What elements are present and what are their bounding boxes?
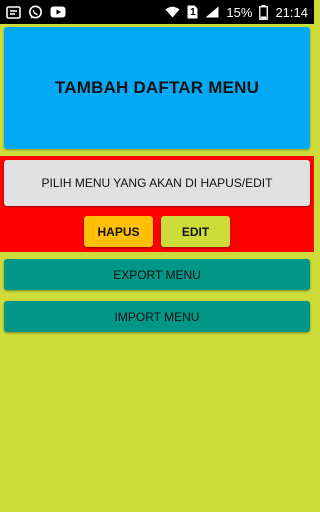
battery-percent: 15% [226,4,253,20]
clock: 21:14 [275,4,308,20]
notification-icon [6,5,21,19]
whatsapp-icon [28,5,43,20]
add-menu-button[interactable]: TAMBAH DAFTAR MENU [4,27,310,149]
wifi-icon [165,6,180,18]
signal-icon [205,6,219,18]
youtube-icon [50,6,66,18]
status-bar: 1 15% 21:14 [0,0,314,24]
delete-button[interactable]: HAPUS [84,216,153,247]
battery-icon [259,4,269,20]
export-menu-button[interactable]: EXPORT MENU [4,259,310,290]
sim-label: 1 [190,6,196,18]
select-menu-button[interactable]: PILIH MENU YANG AKAN DI HAPUS/EDIT [4,160,310,206]
sim-1-icon: 1 [187,5,198,19]
edit-button[interactable]: EDIT [161,216,230,247]
import-menu-button[interactable]: IMPORT MENU [4,301,310,332]
